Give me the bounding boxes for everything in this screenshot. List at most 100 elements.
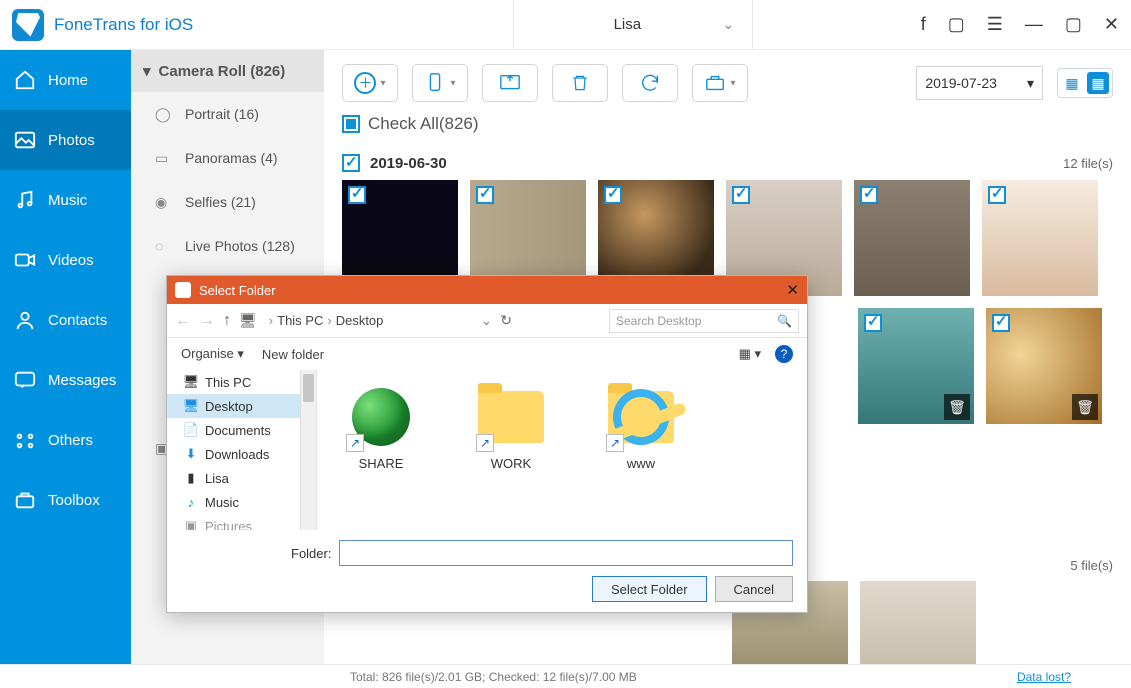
nav-home[interactable]: Home — [0, 50, 131, 110]
view-options-button[interactable]: ▦ ▾ — [739, 346, 761, 362]
view-large-button[interactable]: ▦ — [1061, 72, 1083, 94]
window-controls: f ▢ ☰ — ▢ ✕ — [921, 14, 1119, 35]
tree-downloads[interactable]: ⬇Downloads — [167, 442, 316, 466]
add-button[interactable]: ＋▾ — [342, 64, 398, 102]
toolbox-icon — [14, 489, 36, 511]
album-live-photos[interactable]: ◌Live Photos (128) — [131, 224, 324, 268]
dialog-titlebar: Select Folder ✕ — [167, 276, 807, 304]
device-selector[interactable]: Lisa ⌄ — [513, 0, 753, 49]
downloads-icon: ⬇ — [183, 446, 199, 462]
up-icon[interactable]: ↑ — [223, 312, 231, 330]
nav-others-label: Others — [48, 432, 93, 449]
messages-icon — [14, 369, 36, 391]
back-icon[interactable]: ← — [175, 312, 191, 330]
minimize-icon[interactable]: — — [1025, 14, 1043, 35]
cancel-button[interactable]: Cancel — [715, 576, 793, 602]
title-bar: FoneTrans for iOS Lisa ⌄ f ▢ ☰ — ▢ ✕ — [0, 0, 1131, 50]
album-live-label: Live Photos (128) — [185, 238, 295, 254]
photo-thumbnail[interactable] — [854, 180, 970, 296]
dialog-nav: ← → ↑ 🖥 This PC Desktop ⌄ ↻ Search Deskt… — [167, 304, 807, 338]
nav-messages[interactable]: Messages — [0, 350, 131, 410]
album-selfies[interactable]: ◉Selfies (21) — [131, 180, 324, 224]
tree-music[interactable]: ♪Music — [167, 490, 316, 514]
select-folder-dialog: Select Folder ✕ ← → ↑ 🖥 This PC Desktop … — [166, 275, 808, 613]
tree-pictures[interactable]: ▣Pictures — [167, 514, 316, 530]
forward-icon[interactable]: → — [199, 312, 215, 330]
delete-icon[interactable]: 🗑 — [944, 394, 970, 420]
group-date: 2019-06-30 — [370, 155, 447, 172]
album-portrait[interactable]: ◯ Portrait (16) — [131, 92, 324, 136]
nav-photos-label: Photos — [48, 132, 95, 149]
dialog-footer: Folder: Select Folder Cancel — [167, 530, 807, 612]
portrait-icon: ◯ — [155, 106, 175, 123]
help-icon[interactable]: ? — [775, 345, 793, 363]
breadcrumb[interactable]: This PC Desktop — [269, 313, 384, 328]
photo-thumbnail[interactable]: 🗑 — [986, 308, 1102, 424]
folder-work[interactable]: ↗ WORK — [461, 382, 561, 471]
date-filter-value: 2019-07-23 — [925, 75, 997, 91]
delete-button[interactable] — [552, 64, 608, 102]
nav-videos[interactable]: Videos — [0, 230, 131, 290]
group-count: 5 file(s) — [1070, 558, 1113, 573]
tree-documents[interactable]: 📄Documents — [167, 418, 316, 442]
folder-label: WORK — [491, 456, 531, 471]
view-small-button[interactable]: ▦ — [1087, 72, 1109, 94]
share-icon[interactable]: f — [921, 14, 926, 35]
export-button[interactable]: ▾ — [692, 64, 748, 102]
menu-icon[interactable]: ☰ — [987, 14, 1003, 35]
refresh-button[interactable] — [622, 64, 678, 102]
feedback-icon[interactable]: ▢ — [948, 14, 965, 35]
nav-toolbox[interactable]: Toolbox — [0, 470, 131, 530]
refresh-icon[interactable]: ↻ — [500, 312, 512, 329]
nav-music[interactable]: Music — [0, 170, 131, 230]
dialog-toolbar: Organise ▾ New folder ▦ ▾ ? — [167, 338, 807, 370]
group-header-1: 2019-06-30 12 file(s) — [342, 154, 1113, 172]
search-input[interactable]: Search Desktop🔍 — [609, 309, 799, 333]
nav-music-label: Music — [48, 192, 87, 209]
album-portrait-label: Portrait (16) — [185, 106, 259, 122]
data-lost-link[interactable]: Data lost? — [1017, 670, 1071, 684]
check-icon — [988, 186, 1006, 204]
close-icon[interactable]: ✕ — [1104, 14, 1119, 35]
photo-thumbnail[interactable] — [982, 180, 1098, 296]
chevron-down-icon: ⌄ — [722, 16, 734, 33]
tree-this-pc[interactable]: 🖥This PC — [167, 370, 316, 394]
nav-others[interactable]: Others — [0, 410, 131, 470]
maximize-icon[interactable]: ▢ — [1065, 14, 1082, 35]
folder-input[interactable] — [339, 540, 793, 566]
check-all-row[interactable]: Check All(826) — [342, 114, 1113, 134]
dialog-body: 🖥This PC 🖥Desktop 📄Documents ⬇Downloads … — [167, 370, 807, 530]
panorama-icon: ▭ — [155, 150, 175, 167]
close-icon[interactable]: ✕ — [786, 281, 799, 299]
photo-thumbnail[interactable]: 🗑 — [860, 581, 976, 664]
selfies-icon: ◉ — [155, 194, 175, 211]
nav-home-label: Home — [48, 72, 88, 89]
home-icon — [14, 69, 36, 91]
nav-photos[interactable]: Photos — [0, 110, 131, 170]
folder-view: ↗ SHARE ↗ WORK ↗ www — [317, 370, 807, 530]
folder-www[interactable]: ↗ www — [591, 382, 691, 471]
album-header-label: Camera Roll (826) — [159, 63, 286, 80]
shortcut-icon: ↗ — [346, 434, 364, 452]
to-pc-button[interactable] — [482, 64, 538, 102]
date-filter[interactable]: 2019-07-23▾ — [916, 66, 1043, 100]
status-bar: Total: 826 file(s)/2.01 GB; Checked: 12 … — [0, 664, 1131, 688]
tree-desktop[interactable]: 🖥Desktop — [167, 394, 316, 418]
chevron-down-icon: ▾ — [450, 78, 455, 89]
toolbar: ＋▾ ▾ ▾ 2019-07-23▾ ▦ ▦ — [342, 64, 1113, 102]
photo-thumbnail[interactable]: 🗑 — [858, 308, 974, 424]
to-device-button[interactable]: ▾ — [412, 64, 468, 102]
chevron-down-icon[interactable]: ⌄ — [480, 312, 492, 329]
nav-contacts[interactable]: Contacts — [0, 290, 131, 350]
tree-lisa[interactable]: ▮Lisa — [167, 466, 316, 490]
group-checkbox[interactable] — [342, 154, 360, 172]
music-icon: ♪ — [183, 495, 199, 510]
tree-scrollbar[interactable] — [300, 370, 316, 530]
new-folder-button[interactable]: New folder — [262, 347, 324, 362]
organise-button[interactable]: Organise ▾ — [181, 346, 244, 362]
select-folder-button[interactable]: Select Folder — [592, 576, 707, 602]
folder-share[interactable]: ↗ SHARE — [331, 382, 431, 471]
album-panoramas[interactable]: ▭Panoramas (4) — [131, 136, 324, 180]
delete-icon[interactable]: 🗑 — [1072, 394, 1098, 420]
album-header[interactable]: ▾Camera Roll (826) — [131, 50, 324, 92]
